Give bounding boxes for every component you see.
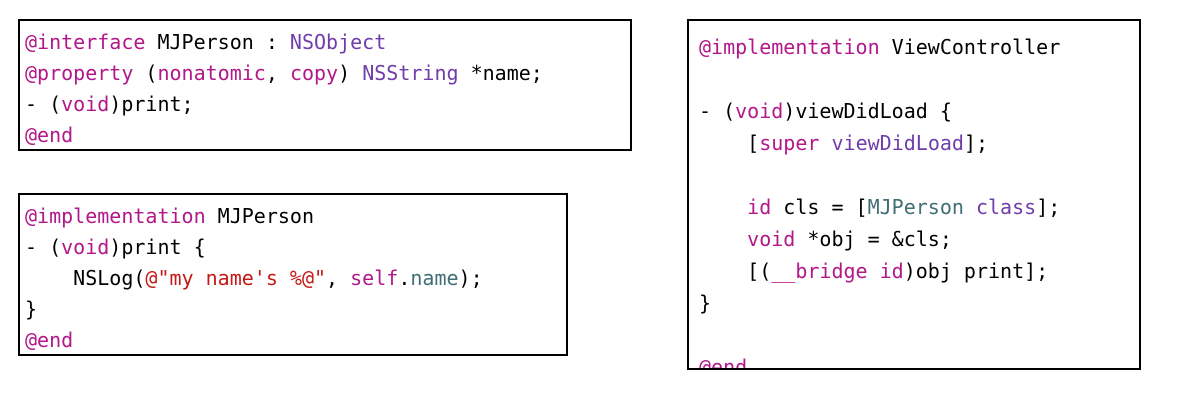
code-token: - (: [699, 99, 736, 123]
code-line: }: [699, 287, 1139, 319]
code-token: ): [338, 61, 363, 85]
code-snippet-person-implementation: @implementation MJPerson - (void)print { …: [18, 193, 568, 356]
code-line: @interface MJPerson : NSObject: [25, 27, 630, 58]
code-line: - (void)viewDidLoad {: [699, 95, 1139, 127]
code-token: MJPerson: [867, 195, 964, 219]
code-token: *obj = &cls;: [795, 227, 952, 251]
code-token: @end: [25, 328, 74, 352]
code-line: @property (nonatomic, copy) NSString *na…: [25, 58, 630, 89]
code-token: MJPerson :: [145, 30, 290, 54]
code-line: @end: [25, 325, 566, 354]
code-line: - (void)print;: [25, 89, 630, 120]
code-token: void: [747, 227, 796, 251]
code-token: void: [61, 235, 110, 259]
code-token: ];: [1036, 195, 1061, 219]
code-token: super: [759, 131, 820, 155]
code-token: ,: [265, 61, 290, 85]
code-token: @property: [25, 61, 134, 85]
code-token: NSObject: [289, 30, 387, 54]
code-token: @implementation: [25, 204, 206, 228]
code-line: id cls = [MJPerson class];: [699, 191, 1139, 223]
code-token: }: [699, 291, 712, 315]
code-snippet-viewcontroller-implementation: @implementation ViewController - (void)vi…: [687, 19, 1141, 370]
code-token: }: [25, 297, 38, 321]
code-token: viewDidLoad: [831, 131, 964, 155]
code-token: - (: [25, 92, 62, 116]
code-token: NSLog(: [25, 266, 146, 290]
code-token: )viewDidLoad {: [783, 99, 952, 123]
code-token: ,: [326, 266, 351, 290]
code-token: id: [747, 195, 772, 219]
code-snippet-person-interface: @interface MJPerson : NSObject @property …: [18, 19, 632, 151]
code-token: )print {: [109, 235, 206, 259]
code-line: [super viewDidLoad];: [699, 127, 1139, 159]
code-line: - (void)print {: [25, 232, 566, 263]
code-token: (: [133, 61, 158, 85]
code-token: copy: [289, 61, 339, 85]
code-token: void: [61, 92, 110, 116]
code-token: cls = [: [771, 195, 868, 219]
code-token: class: [975, 195, 1037, 219]
code-token: nonatomic: [157, 61, 266, 85]
code-token: *name;: [458, 61, 543, 85]
code-token: ];: [963, 131, 989, 155]
code-line: @end: [25, 120, 630, 149]
code-token: @end: [699, 355, 748, 370]
code-token: );: [458, 266, 483, 290]
code-token: NSString: [362, 61, 459, 85]
code-line: NSLog(@"my name's %@", self.name);: [25, 263, 566, 294]
code-line: }: [25, 294, 566, 325]
code-token: [: [699, 131, 760, 155]
code-token: MJPerson: [205, 204, 314, 228]
code-line: @implementation MJPerson: [25, 201, 566, 232]
code-token: ViewController: [879, 35, 1061, 59]
code-line: @end: [699, 351, 1139, 370]
code-token: __bridge: [771, 259, 868, 283]
code-token: void: [735, 99, 784, 123]
code-token: @interface: [25, 30, 146, 54]
code-token: [(: [699, 259, 772, 283]
code-line: void *obj = &cls;: [699, 223, 1139, 255]
code-token: @"my name's %@": [145, 266, 327, 290]
code-token: name: [410, 266, 459, 290]
code-line: [(__bridge id)obj print];: [699, 255, 1139, 287]
code-token: .: [398, 266, 411, 290]
code-token: - (: [25, 235, 62, 259]
code-token: id: [879, 259, 904, 283]
code-token: )obj print];: [903, 259, 1049, 283]
code-line: @implementation ViewController: [699, 31, 1139, 63]
code-token: )print;: [109, 92, 194, 116]
code-token: self: [350, 266, 399, 290]
code-token: @end: [25, 123, 74, 147]
code-token: @implementation: [699, 35, 880, 59]
